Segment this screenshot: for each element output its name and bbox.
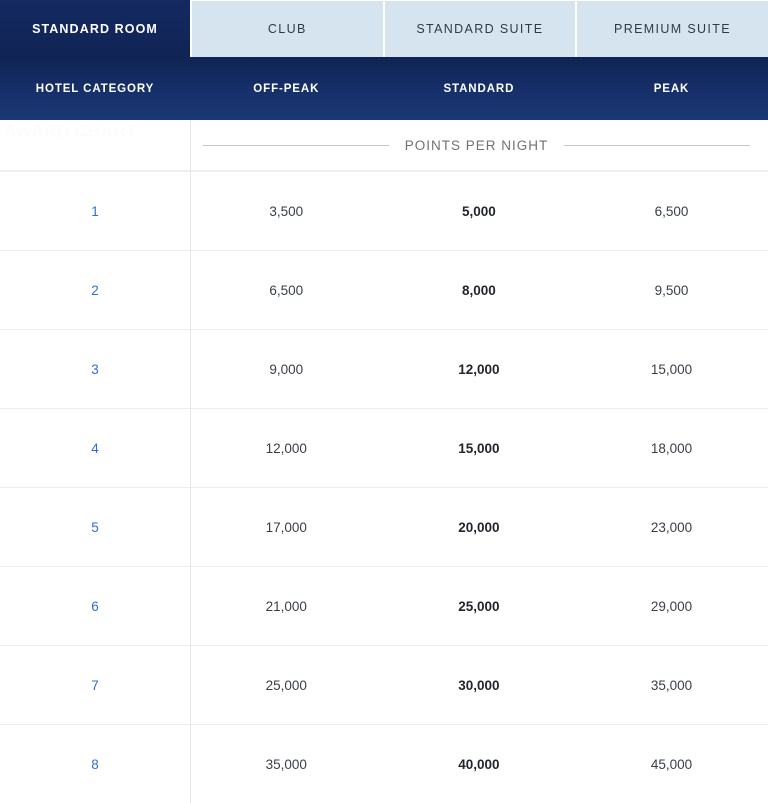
points-per-night-band: AWARD CHART POINTS PER NIGHT: [0, 120, 768, 170]
table-row[interactable]: 5 17,000 20,000 23,000: [0, 487, 768, 566]
cell-standard: 40,000: [458, 756, 500, 772]
table-column-header: HOTEL CATEGORY OFF-PEAK STANDARD PEAK: [0, 58, 768, 120]
table-row[interactable]: 8 35,000 40,000 45,000: [0, 724, 768, 803]
tab-premium-suite[interactable]: PREMIUM SUITE: [575, 0, 768, 57]
cell-standard: 20,000: [458, 519, 500, 535]
points-band-right: POINTS PER NIGHT: [190, 120, 768, 170]
cell-off-peak: 17,000: [265, 519, 307, 535]
cell-hotel-category[interactable]: 6: [0, 567, 190, 645]
table-row[interactable]: 3 9,000 12,000 15,000: [0, 329, 768, 408]
cell-peak: 9,500: [654, 282, 689, 298]
cell-standard: 5,000: [461, 203, 496, 219]
cell-peak: 18,000: [650, 440, 693, 456]
tab-standard-room[interactable]: STANDARD ROOM: [0, 0, 190, 58]
table-row[interactable]: 1 3,500 5,000 6,500: [0, 171, 768, 250]
cell-peak: 23,000: [650, 519, 693, 535]
tab-club[interactable]: CLUB: [190, 0, 383, 57]
table-row[interactable]: 4 12,000 15,000 18,000: [0, 408, 768, 487]
award-chart-widget: STANDARD ROOM CLUB STANDARD SUITE PREMIU…: [0, 0, 768, 803]
cell-standard: 8,000: [461, 282, 496, 298]
cell-peak: 6,500: [654, 203, 689, 219]
room-type-tabs: STANDARD ROOM CLUB STANDARD SUITE PREMIU…: [0, 0, 768, 58]
award-chart-table-body: AWARD CHART POINTS PER NIGHT 1 3,500 5,0…: [0, 120, 768, 803]
table-row[interactable]: 6 21,000 25,000 29,000: [0, 566, 768, 645]
award-chart-watermark: AWARD CHART: [4, 122, 137, 141]
cell-peak: 45,000: [650, 756, 693, 772]
cell-peak: 29,000: [650, 598, 693, 614]
column-header-hotel-category: HOTEL CATEGORY: [35, 83, 155, 95]
rule-left: [203, 144, 389, 146]
cell-hotel-category[interactable]: 3: [0, 330, 190, 408]
table-row[interactable]: 7 25,000 30,000 35,000: [0, 645, 768, 724]
cell-off-peak: 25,000: [265, 677, 307, 693]
points-per-night-label: POINTS PER NIGHT: [404, 137, 549, 153]
table-row[interactable]: 2 6,500 8,000 9,500: [0, 250, 768, 329]
cell-off-peak: 9,000: [269, 361, 304, 377]
cell-standard: 15,000: [458, 440, 500, 456]
cell-peak: 15,000: [650, 361, 693, 377]
column-header-peak: PEAK: [653, 83, 690, 95]
cell-off-peak: 3,500: [269, 203, 304, 219]
cell-off-peak: 35,000: [265, 756, 307, 772]
cell-hotel-category[interactable]: 5: [0, 488, 190, 566]
cell-off-peak: 6,500: [269, 282, 304, 298]
column-header-standard: STANDARD: [443, 83, 515, 95]
cell-peak: 35,000: [650, 677, 693, 693]
cell-hotel-category[interactable]: 7: [0, 646, 190, 724]
column-header-off-peak: OFF-PEAK: [253, 83, 320, 95]
cell-standard: 25,000: [458, 598, 500, 614]
points-band-left-spacer: AWARD CHART: [0, 120, 190, 170]
tab-standard-suite[interactable]: STANDARD SUITE: [382, 0, 576, 57]
rule-right: [564, 144, 751, 146]
cell-standard: 12,000: [458, 361, 500, 377]
cell-hotel-category[interactable]: 8: [0, 725, 190, 803]
cell-standard: 30,000: [458, 677, 500, 693]
cell-off-peak: 12,000: [265, 440, 307, 456]
cell-off-peak: 21,000: [265, 598, 307, 614]
cell-hotel-category[interactable]: 4: [0, 409, 190, 487]
cell-hotel-category[interactable]: 1: [0, 172, 190, 250]
cell-hotel-category[interactable]: 2: [0, 251, 190, 329]
